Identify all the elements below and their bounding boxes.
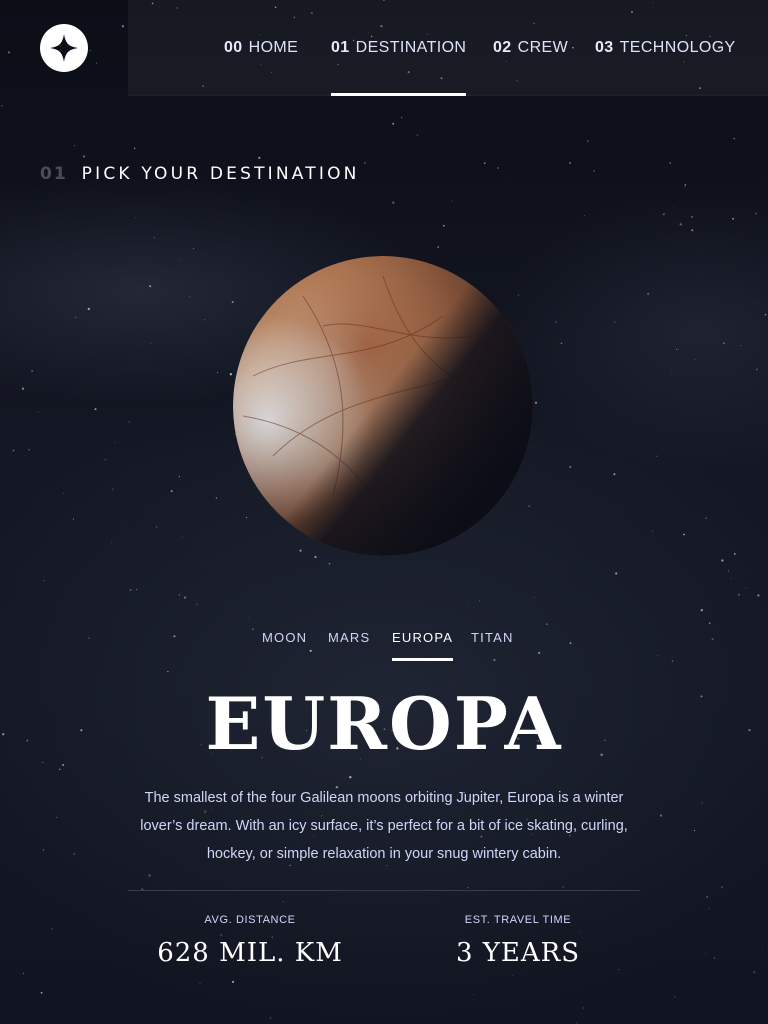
tab-moon[interactable]: MOON xyxy=(262,630,307,645)
planet-name: EUROPA xyxy=(205,681,563,766)
page-heading: 01 PICK YOUR DESTINATION xyxy=(40,164,360,184)
page-heading-number: 01 xyxy=(40,164,68,184)
divider xyxy=(128,890,640,891)
nav-home[interactable]: 00 HOME xyxy=(224,0,298,96)
stat-avg-distance-value: 628 MIL. KM xyxy=(157,938,343,968)
stat-travel-time: EST. TRAVEL TIME 3 YEARS xyxy=(390,914,646,968)
page-heading-text: PICK YOUR DESTINATION xyxy=(81,164,360,184)
nav-crew-label: CREW xyxy=(517,39,569,56)
nav-crew[interactable]: 02 CREW xyxy=(493,0,568,96)
nav-destination-label: DESTINATION xyxy=(355,39,467,56)
star-logo-icon xyxy=(50,34,78,62)
stat-avg-distance: AVG. DISTANCE 628 MIL. KM xyxy=(122,914,378,968)
tab-titan[interactable]: TITAN xyxy=(471,630,514,645)
stat-travel-time-value: 3 YEARS xyxy=(455,938,581,968)
nav-destination-number: 01 xyxy=(331,39,350,56)
nav-home-label: HOME xyxy=(248,39,299,56)
nav-crew-number: 02 xyxy=(493,39,512,56)
destination-tabs: MOON MARS EUROPA TITAN xyxy=(0,630,768,664)
nav-home-number: 00 xyxy=(224,39,243,56)
nav-technology-number: 03 xyxy=(595,39,614,56)
nav-technology[interactable]: 03 TECHNOLOGY xyxy=(595,0,736,96)
planet-image xyxy=(233,256,533,556)
stat-travel-time-label: EST. TRAVEL TIME xyxy=(464,914,572,926)
logo[interactable] xyxy=(40,24,88,72)
nav-technology-label: TECHNOLOGY xyxy=(619,39,736,56)
main-navbar: 00 HOME 01 DESTINATION 02 CREW 03 TECHNO… xyxy=(128,0,768,96)
planet-description: The smallest of the four Galilean moons … xyxy=(140,790,628,862)
tab-mars[interactable]: MARS xyxy=(328,630,370,645)
tab-europa[interactable]: EUROPA xyxy=(392,630,454,661)
nav-destination[interactable]: 01 DESTINATION xyxy=(331,0,467,96)
stat-avg-distance-label: AVG. DISTANCE xyxy=(204,914,296,926)
